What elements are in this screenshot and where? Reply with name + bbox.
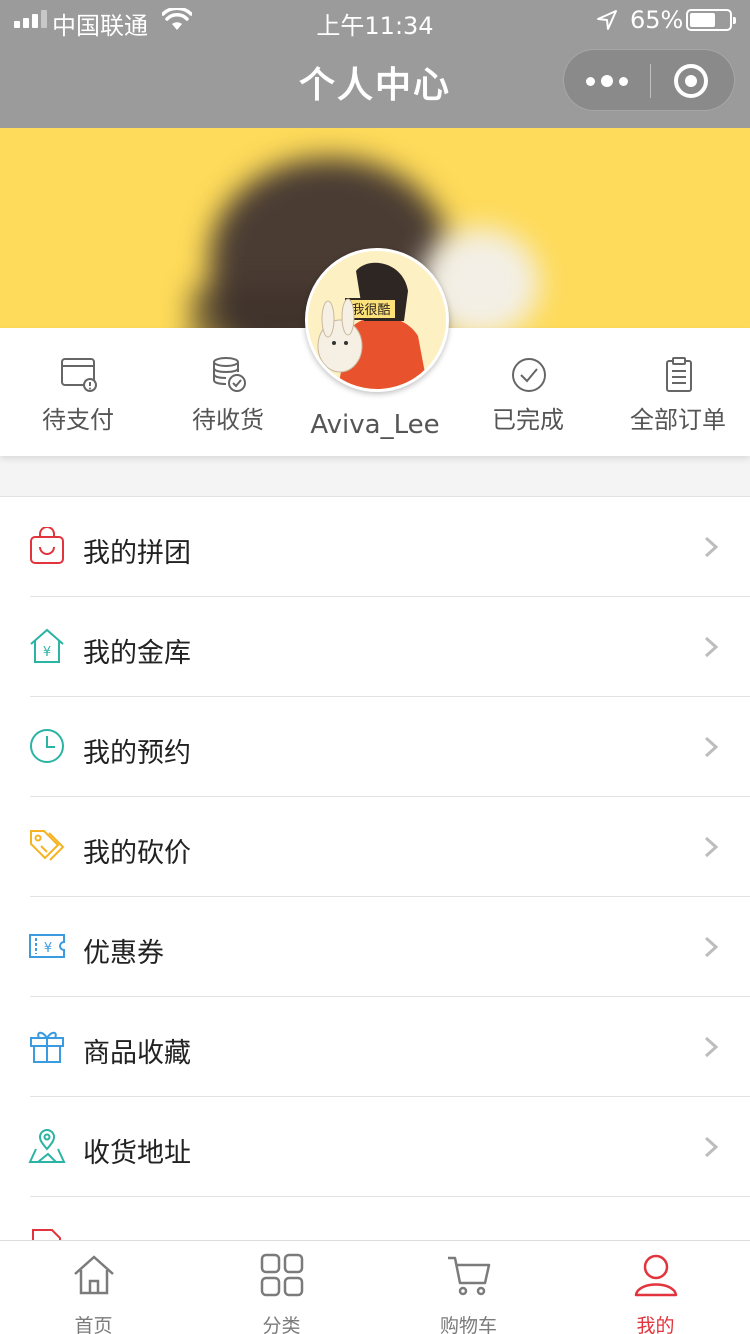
close-mini-program-button[interactable]: [674, 64, 708, 98]
menu-item-favorites[interactable]: 商品收藏: [0, 997, 750, 1097]
tag-icon: [30, 830, 65, 861]
menu-item-partial[interactable]: [0, 1197, 750, 1240]
database-check-icon: [213, 357, 246, 392]
clipboard-icon: [666, 357, 692, 392]
avatar-illustration: 我很酷: [308, 251, 446, 389]
menu-item-group-buy[interactable]: 我的拼团: [0, 497, 750, 597]
chevron-right-icon: [704, 1036, 719, 1058]
map-pin-icon: [28, 1129, 66, 1163]
coupon-icon: ¥: [29, 934, 65, 958]
avatar[interactable]: 我很酷: [305, 248, 449, 392]
chevron-right-icon: [704, 736, 719, 758]
chevron-right-icon: [704, 936, 719, 958]
battery-icon: [686, 9, 736, 31]
grid-icon: [260, 1253, 304, 1297]
tab-home[interactable]: 首页: [0, 1241, 187, 1334]
tab-label: 购物车: [439, 1315, 497, 1334]
house-yen-icon: ¥: [30, 628, 64, 663]
menu-item-bargain[interactable]: 我的砍价: [0, 797, 750, 897]
shopping-bag-icon: [30, 527, 64, 564]
clock-icon: [30, 729, 64, 763]
user-icon: [634, 1254, 678, 1297]
cart-icon: [448, 1256, 491, 1296]
menu-list: 我的拼团 ¥ 我的金库 我的预约 我的砍价 ¥ 优惠券 商品收藏 收货地址: [0, 496, 750, 1240]
location-arrow-icon: [597, 10, 617, 30]
home-icon: [74, 1255, 114, 1295]
tab-cart[interactable]: 购物车: [375, 1241, 562, 1334]
menu-item-label: 收货地址: [83, 1138, 191, 1169]
tab-bar: 首页 分类 购物车 我的: [0, 1240, 750, 1334]
menu-item-address[interactable]: 收货地址: [0, 1097, 750, 1197]
chevron-right-icon: [704, 836, 719, 858]
card-pending-icon: [61, 358, 97, 392]
check-circle-icon: [512, 358, 546, 392]
tab-label: 首页: [74, 1315, 113, 1334]
menu-item-reservation[interactable]: 我的预约: [0, 697, 750, 797]
svg-text:我很酷: 我很酷: [351, 303, 390, 318]
menu-item-label: 优惠券: [83, 938, 164, 969]
chevron-right-icon: [704, 1136, 719, 1158]
menu-item-label: 我的拼团: [83, 538, 191, 569]
tab-label: 我的: [636, 1315, 675, 1334]
tab-label: 分类: [262, 1315, 301, 1334]
menu-item-label: 我的预约: [83, 738, 191, 769]
menu-item-coupons[interactable]: ¥ 优惠券: [0, 897, 750, 997]
menu-item-label: 我的砍价: [83, 838, 191, 869]
capsule-divider: [650, 64, 651, 98]
menu-item-label: 我的金库: [83, 638, 191, 669]
menu-item-label: 商品收藏: [83, 1038, 191, 1069]
chevron-right-icon: [704, 636, 719, 658]
svg-text:¥: ¥: [43, 645, 51, 660]
chevron-right-icon: [704, 536, 719, 558]
top-bar: 中国联通 上午11:34 65% 个人中心: [0, 0, 750, 128]
document-icon: [32, 1229, 61, 1240]
svg-text:¥: ¥: [44, 941, 52, 956]
tab-mine[interactable]: 我的: [562, 1241, 749, 1334]
menu-item-vault[interactable]: ¥ 我的金库: [0, 597, 750, 697]
status-bar: 中国联通 上午11:34 65%: [0, 0, 750, 40]
more-button[interactable]: [564, 50, 650, 112]
username: Aviva_Lee: [310, 410, 440, 440]
mini-program-capsule: [563, 49, 735, 111]
battery-percent: 65%: [630, 6, 684, 34]
tab-category[interactable]: 分类: [188, 1241, 375, 1334]
gift-icon: [30, 1031, 64, 1063]
